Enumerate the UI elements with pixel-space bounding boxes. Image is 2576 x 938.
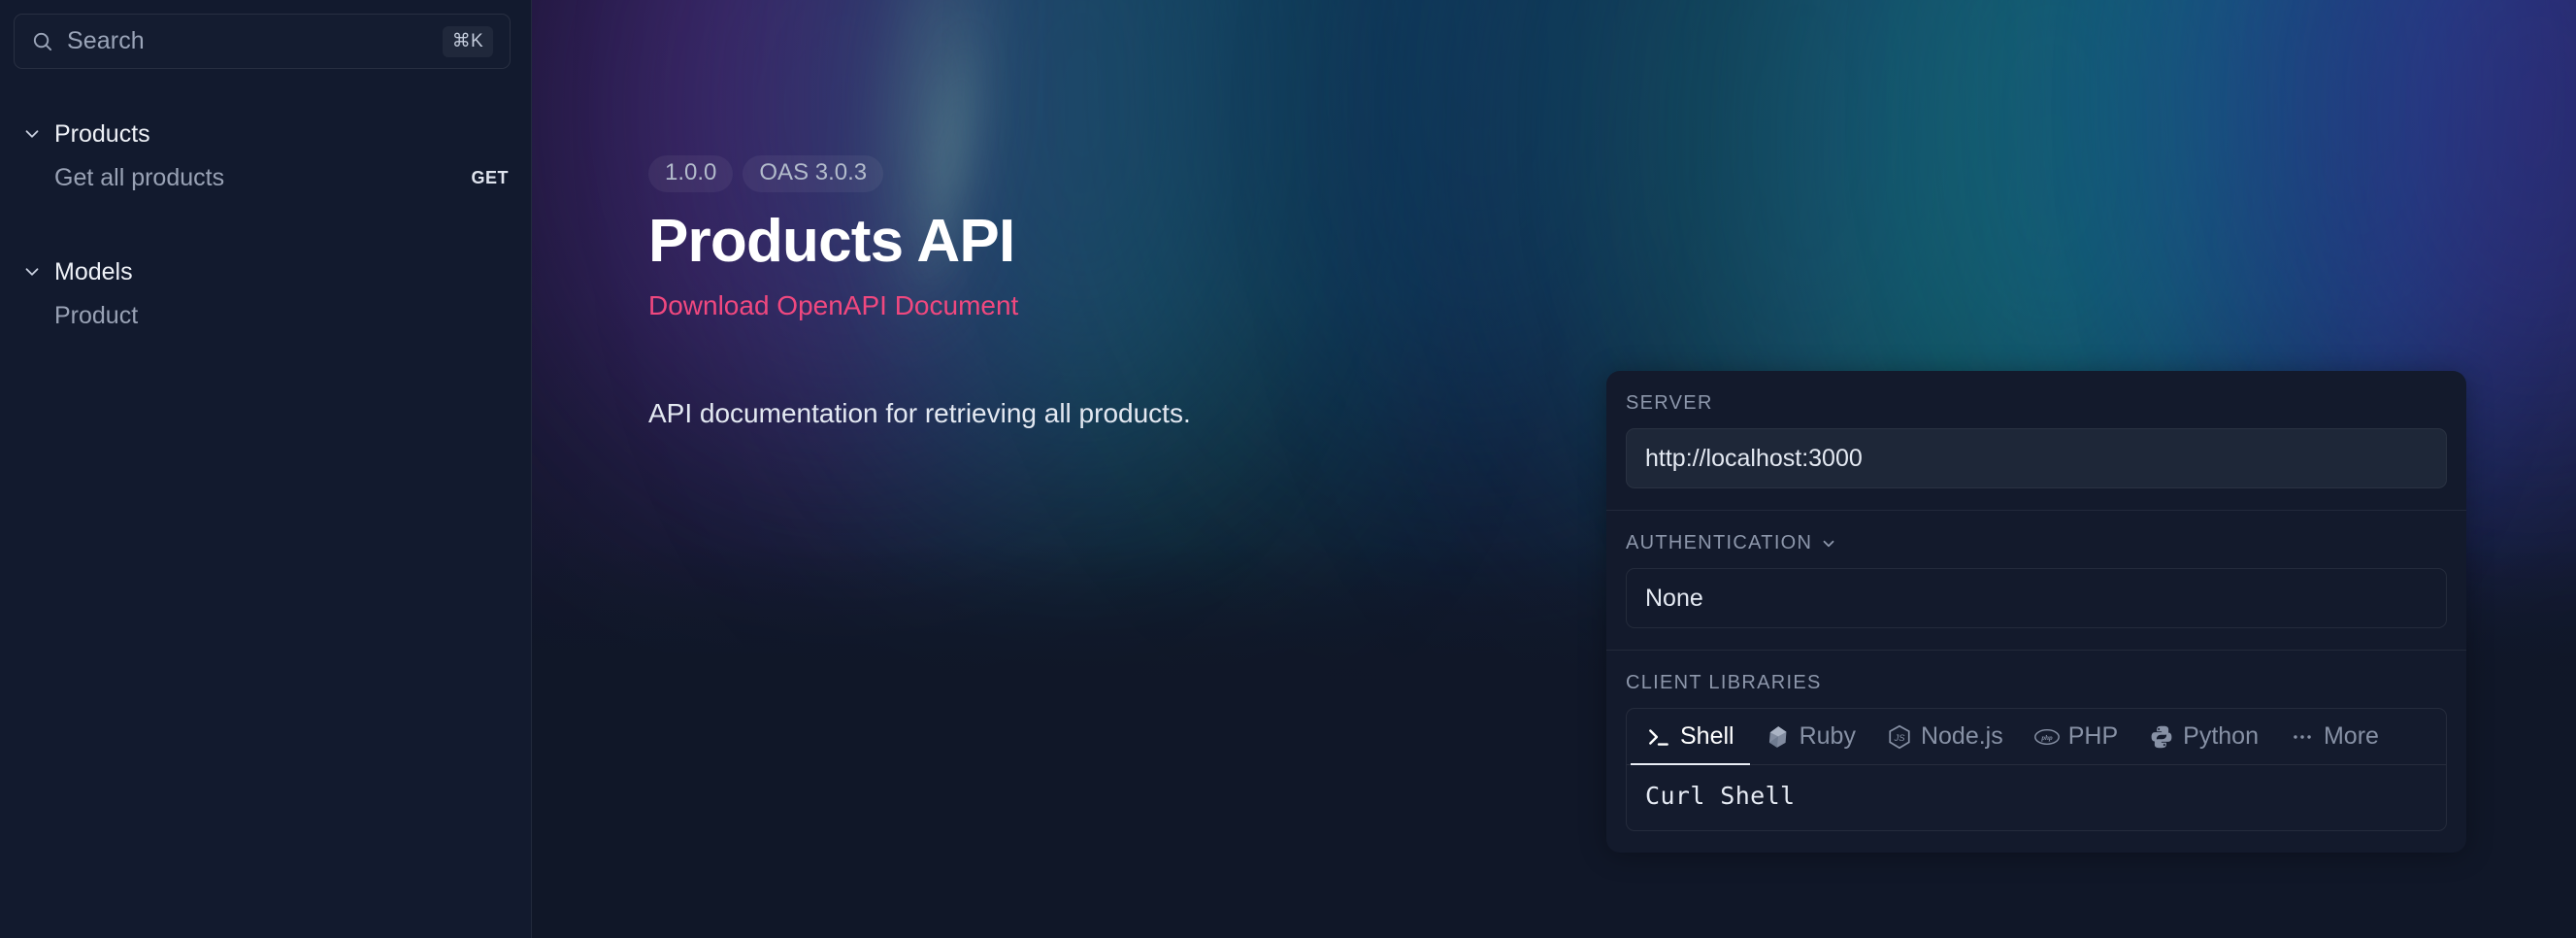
tab-more[interactable]: More [2274,709,2394,765]
chevron-down-icon [21,123,43,145]
sidebar-group-header-models[interactable]: Models [0,251,532,293]
sidebar-item-product[interactable]: Product [0,293,532,338]
tab-python[interactable]: Python [2133,709,2274,765]
python-icon [2149,724,2174,750]
badge-version: 1.0.0 [648,155,734,192]
authentication-value-field[interactable]: None [1626,568,2447,628]
search-shortcut-badge: ⌘K [442,25,493,57]
sidebar-item-get-all-products[interactable]: Get all products GET [0,155,532,200]
version-badges: 1.0.0 OAS 3.0.3 [648,155,1619,192]
svg-text:php: php [2040,732,2053,741]
search-input[interactable]: Search ⌘K [14,14,511,69]
tab-label: More [2323,722,2379,750]
search-icon [31,30,53,52]
tab-ruby[interactable]: Ruby [1750,709,1871,765]
tab-shell[interactable]: Shell [1631,709,1750,765]
sidebar-item-label: Get all products [54,163,225,191]
sidebar-item-label: Product [54,301,139,329]
page-title: Products API [648,208,1015,275]
authentication-value: None [1645,584,1703,612]
authentication-label[interactable]: AUTHENTICATION [1626,532,2447,554]
sidebar-group-models: Models Product [0,251,532,338]
search-placeholder: Search [67,27,145,54]
ruby-icon [1766,724,1791,750]
download-openapi-document-link[interactable]: Download OpenAPI Document [648,290,1018,321]
tab-label: Node.js [1920,722,2003,750]
tab-label: Ruby [1799,722,1856,750]
chevron-down-icon [1820,535,1837,553]
server-label: SERVER [1626,392,1713,414]
client-library-code-body[interactable]: Curl Shell [1627,765,2446,830]
app-root: Search ⌘K Products Get all products GET [0,0,2576,938]
sidebar-group-header-products[interactable]: Products [0,113,532,155]
api-config-panel: SERVER http://localhost:3000 AUTHENTICAT… [1606,371,2466,853]
sidebar-group-products: Products Get all products GET [0,113,532,200]
terminal-icon [1646,724,1671,750]
chevron-down-icon [21,261,43,283]
client-libraries-section: CLIENT LIBRARIES Shell Ruby JS Node.js p… [1606,650,2466,853]
tab-nodejs[interactable]: JS Node.js [1871,709,2019,765]
sidebar-group-label: Models [54,257,133,285]
client-libraries-box: Shell Ruby JS Node.js php PHP Python Mor… [1626,708,2447,831]
client-library-tabs: Shell Ruby JS Node.js php PHP Python Mor… [1627,709,2446,765]
svg-text:JS: JS [1894,732,1906,742]
nodejs-icon: JS [1887,724,1912,750]
tab-php[interactable]: php PHP [2019,709,2133,765]
sidebar: Search ⌘K Products Get all products GET [0,0,532,938]
authentication-section: AUTHENTICATION None [1606,510,2466,650]
client-libraries-label: CLIENT LIBRARIES [1626,672,1822,693]
server-url-value: http://localhost:3000 [1645,444,1863,472]
api-document-header: 1.0.0 OAS 3.0.3 Products API Download Op… [648,155,1619,434]
main-content: 1.0.0 OAS 3.0.3 Products API Download Op… [532,0,2576,938]
tab-label: PHP [2067,722,2119,750]
badge-oas-version: OAS 3.0.3 [743,155,884,192]
php-icon: php [2033,724,2060,750]
ellipsis-icon [2290,724,2315,750]
tab-label: Shell [1680,722,1734,750]
tab-label: Python [2183,722,2259,750]
api-description: API documentation for retrieving all pro… [648,397,1191,428]
authentication-label-text: AUTHENTICATION [1626,532,1813,553]
http-method-badge: GET [471,167,509,187]
server-section: SERVER http://localhost:3000 [1606,371,2466,510]
sidebar-group-label: Products [54,119,150,148]
server-url-field[interactable]: http://localhost:3000 [1626,428,2447,488]
